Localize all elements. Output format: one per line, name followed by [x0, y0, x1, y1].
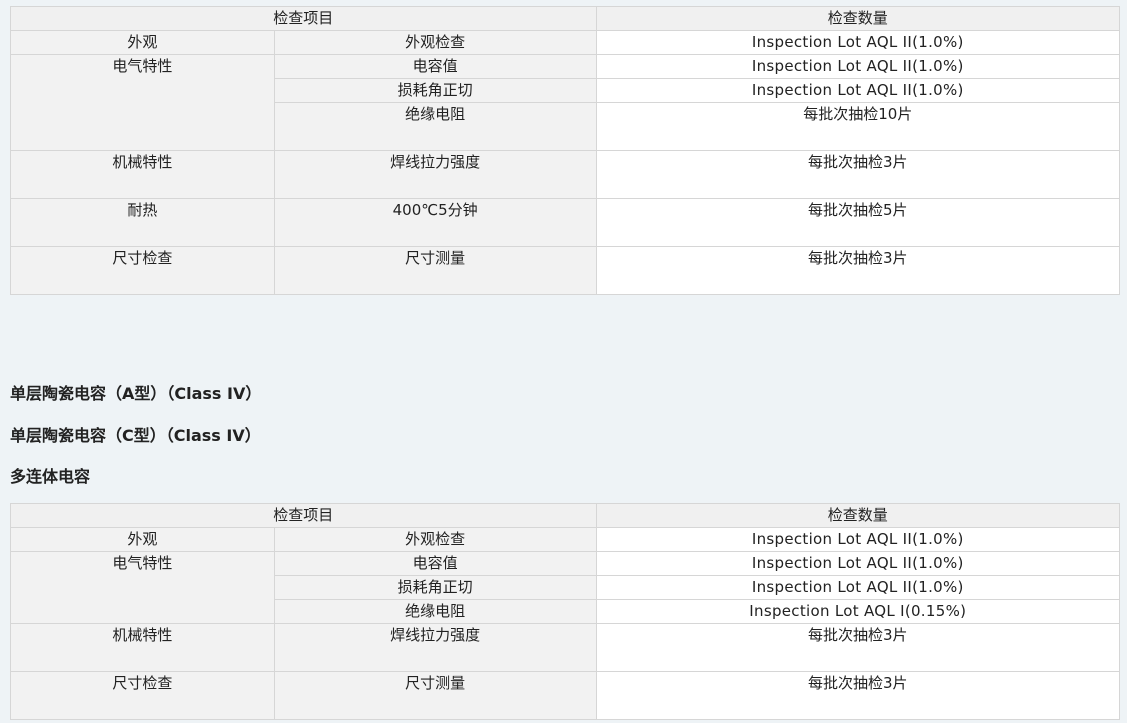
category-cell: 电气特性	[10, 54, 275, 151]
table-row: 外观 外观检查 Inspection Lot AQL II(1.0%)	[10, 30, 1121, 55]
quantity-cell: 每批次抽检3片	[595, 671, 1121, 720]
quantity-cell: 每批次抽检5片	[595, 198, 1121, 247]
quantity-cell: Inspection Lot AQL II(1.0%)	[595, 78, 1121, 103]
quantity-cell: 每批次抽检3片	[595, 246, 1121, 295]
heading-multi-capacitor: 多连体电容	[10, 467, 91, 486]
table-row: 尺寸检查 尺寸测量 每批次抽检3片	[10, 246, 1121, 295]
table-row: 尺寸检查 尺寸测量 每批次抽检3片	[10, 671, 1121, 720]
subitem-cell: 电容值	[273, 551, 597, 576]
category-cell: 机械特性	[10, 623, 275, 672]
quantity-cell: Inspection Lot AQL II(1.0%)	[595, 575, 1121, 600]
inspection-table-1: 检查项目 检查数量 外观 外观检查 Inspection Lot AQL II(…	[10, 6, 1121, 295]
header-inspection-qty: 检查数量	[595, 503, 1121, 528]
subitem-cell: 外观检查	[273, 30, 597, 55]
subitem-cell: 绝缘电阻	[273, 599, 597, 624]
table-row: 机械特性 焊线拉力强度 每批次抽检3片	[10, 623, 1121, 672]
quantity-cell: Inspection Lot AQL Ⅰ(0.15%)	[595, 599, 1121, 624]
quantity-cell: 每批次抽检3片	[595, 150, 1121, 199]
table-header-row: 检查项目 检查数量	[10, 6, 1121, 31]
quantity-cell: Inspection Lot AQL II(1.0%)	[595, 551, 1121, 576]
category-cell: 尺寸检查	[10, 246, 275, 295]
subitem-cell: 绝缘电阻	[273, 102, 597, 151]
subitem-cell: 400℃5分钟	[273, 198, 597, 247]
quantity-cell: 每批次抽检3片	[595, 623, 1121, 672]
table-row: 电气特性 电容值 Inspection Lot AQL II(1.0%)	[10, 551, 1121, 624]
category-cell: 尺寸检查	[10, 671, 275, 720]
quantity-cell: Inspection Lot AQL II(1.0%)	[595, 527, 1121, 552]
subitem-cell: 损耗角正切	[273, 78, 597, 103]
subitem-cell: 电容值	[273, 54, 597, 79]
subitem-cell: 外观检查	[273, 527, 597, 552]
table-row: 机械特性 焊线拉力强度 每批次抽检3片	[10, 150, 1121, 199]
subitem-cell: 焊线拉力强度	[273, 150, 597, 199]
quantity-cell: 每批次抽检10片	[595, 102, 1121, 151]
category-cell: 电气特性	[10, 551, 275, 624]
subitem-cell: 尺寸测量	[273, 246, 597, 295]
subitem-cell: 焊线拉力强度	[273, 623, 597, 672]
quantity-cell: Inspection Lot AQL II(1.0%)	[595, 30, 1121, 55]
category-cell: 机械特性	[10, 150, 275, 199]
subitem-cell: 尺寸测量	[273, 671, 597, 720]
table-row: 外观 外观检查 Inspection Lot AQL II(1.0%)	[10, 527, 1121, 552]
table-row: 耐热 400℃5分钟 每批次抽检5片	[10, 198, 1121, 247]
category-cell: 外观	[10, 527, 275, 552]
table-row: 电气特性 电容值 Inspection Lot AQL II(1.0%)	[10, 54, 1121, 151]
category-cell: 外观	[10, 30, 275, 55]
table-header-row: 检查项目 检查数量	[10, 503, 1121, 528]
quantity-cell: Inspection Lot AQL II(1.0%)	[595, 54, 1121, 79]
header-inspection-qty: 检查数量	[595, 6, 1121, 31]
category-cell: 耐热	[10, 198, 275, 247]
subitem-cell: 损耗角正切	[273, 575, 597, 600]
heading-single-layer-c: 单层陶瓷电容（C型）（Class IV）	[10, 426, 261, 445]
inspection-table-2: 检查项目 检查数量 外观 外观检查 Inspection Lot AQL II(…	[10, 503, 1121, 720]
heading-single-layer-a: 单层陶瓷电容（A型）（Class IV）	[10, 384, 262, 403]
header-inspection-item: 检查项目	[10, 503, 597, 528]
header-inspection-item: 检查项目	[10, 6, 597, 31]
